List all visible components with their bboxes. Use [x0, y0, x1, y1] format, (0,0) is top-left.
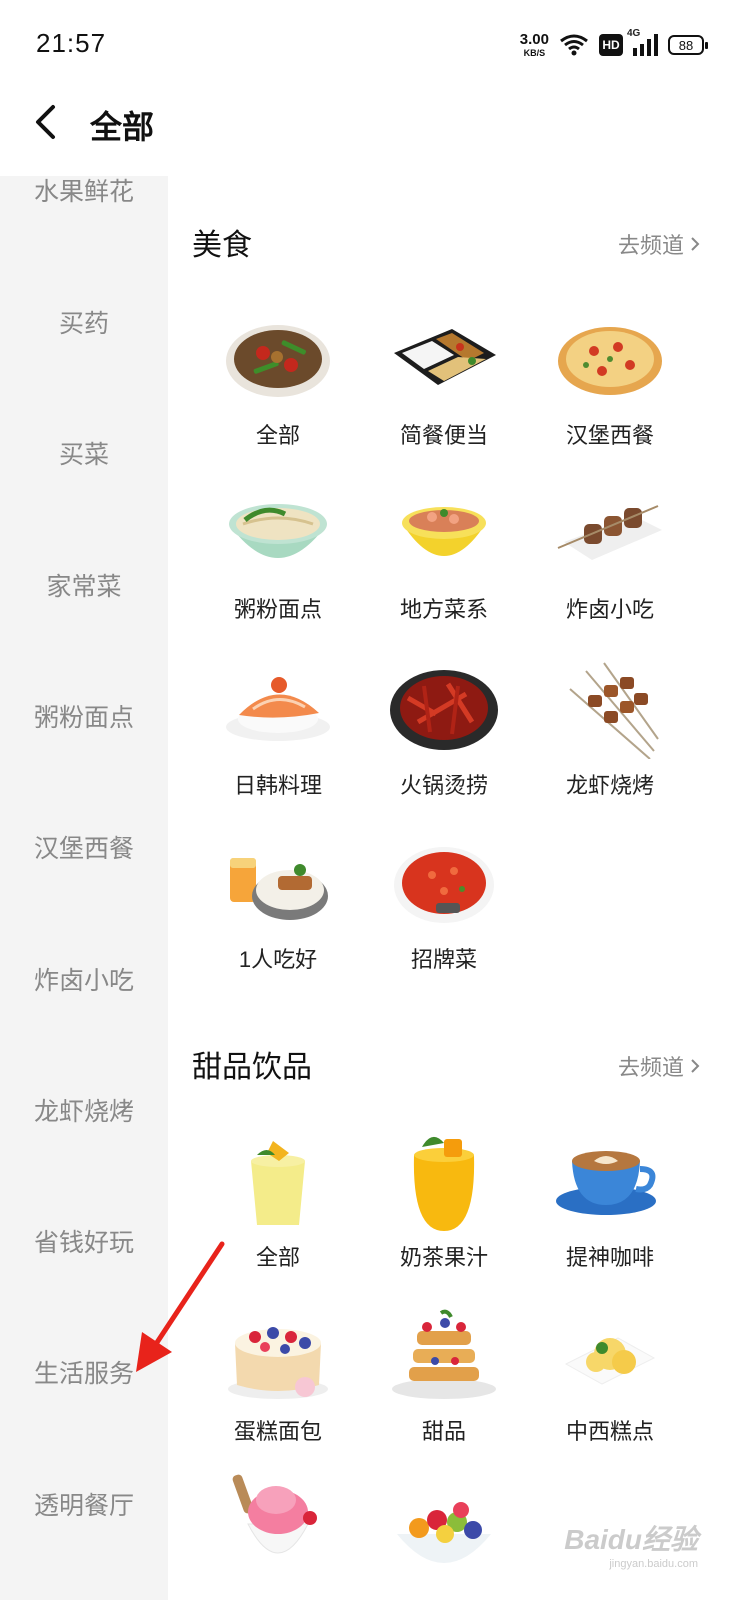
network-speed-value: 3.00	[519, 31, 549, 48]
chevron-right-icon	[691, 1059, 700, 1073]
category-label: 粥粉面点	[233, 597, 322, 622]
category-item[interactable]: 粥粉面点	[195, 478, 361, 624]
category-item[interactable]: 汉堡西餐	[527, 304, 693, 450]
signal-icon: 4G	[627, 28, 658, 56]
desserts-channel-link[interactable]: 去频道	[618, 1050, 700, 1082]
annotation-arrow-icon	[136, 1241, 225, 1372]
network-speed: 3.00 KB/S	[520, 32, 549, 58]
sushi-icon	[226, 677, 330, 741]
food-channel-link-label: 去频道	[617, 233, 684, 258]
category-label: 奶茶果汁	[399, 1245, 488, 1270]
berry-cake-icon	[228, 1327, 328, 1399]
sidebar-item-home-cooking[interactable]: 家常菜	[0, 567, 168, 603]
wifi-icon	[560, 34, 588, 56]
watermark: Baidu经验 jingyan.baidu.com	[564, 1518, 698, 1570]
section-title-desserts-drinks: 甜品饮品	[192, 1051, 312, 1084]
category-label: 简餐便当	[399, 423, 488, 448]
category-label: 日韩料理	[233, 773, 322, 798]
category-item[interactable]: 全部	[195, 304, 361, 450]
header: 全部	[0, 90, 738, 176]
chevron-left-icon	[36, 105, 55, 139]
category-item[interactable]: 甜品	[361, 1300, 527, 1446]
stir-fry-plate-icon	[226, 325, 330, 397]
waffle-stack-icon	[392, 1309, 496, 1399]
chevron-right-icon	[691, 237, 700, 251]
category-label: 火锅烫捞	[399, 773, 488, 798]
fruit-bowl-icon	[397, 1502, 491, 1563]
category-label: 全部	[255, 1245, 300, 1270]
network-speed-unit: KB/S	[523, 48, 546, 58]
category-item[interactable]: 日韩料理	[195, 654, 361, 800]
category-label: 全部	[255, 423, 300, 448]
category-item[interactable]	[361, 1472, 527, 1586]
category-item[interactable]: 简餐便当	[361, 304, 527, 450]
back-button[interactable]	[26, 102, 66, 142]
sidebar-item-groceries[interactable]: 买菜	[0, 435, 168, 471]
category-label: 地方菜系	[399, 597, 488, 622]
status-bar: 21:57 3.00 KB/S HD 4G 88	[0, 0, 738, 90]
category-item[interactable]: 提神咖啡	[527, 1126, 693, 1272]
page-title: 全部	[90, 109, 155, 145]
mango-juice-icon	[413, 1136, 475, 1231]
category-label: 蛋糕面包	[233, 1419, 322, 1444]
sidebar-item-noodles[interactable]: 粥粉面点	[0, 698, 168, 734]
category-label: 甜品	[421, 1419, 466, 1444]
category-label: 提神咖啡	[565, 1245, 654, 1270]
skewer-plate-icon	[557, 505, 662, 560]
ice-cream-icon	[232, 1474, 317, 1554]
desserts-channel-link-label: 去频道	[617, 1055, 684, 1080]
regional-dish-bowl-icon	[402, 507, 486, 556]
category-content[interactable]: 美食 去频道 全部 简餐便当 汉堡西餐 粥粉面点 地方菜系 炸卤小吃 日韩料理 …	[168, 176, 738, 1600]
single-meal-icon	[230, 858, 328, 920]
sidebar-item-snacks[interactable]: 炸卤小吃	[0, 961, 168, 997]
noodle-bowl-icon	[229, 504, 327, 558]
network-type: 4G	[627, 28, 641, 39]
category-label: 炸卤小吃	[565, 597, 654, 622]
coffee-cup-icon	[556, 1151, 656, 1215]
hotpot-icon	[390, 670, 498, 750]
category-item[interactable]: 龙虾烧烤	[527, 654, 693, 800]
bbq-skewers-icon	[569, 662, 659, 759]
watermark-sub: jingyan.baidu.com	[609, 1558, 698, 1570]
category-item[interactable]: 招牌菜	[361, 828, 527, 974]
category-item[interactable]: 火锅烫捞	[361, 654, 527, 800]
sidebar-item-crayfish-bbq[interactable]: 龙虾烧烤	[0, 1092, 168, 1128]
sidebar-item-western[interactable]: 汉堡西餐	[0, 829, 168, 865]
section-title-food: 美食	[192, 229, 252, 262]
pizza-icon	[558, 327, 662, 395]
category-item[interactable]: 1人吃好	[195, 828, 361, 974]
juice-glass-icon	[251, 1141, 305, 1225]
status-icons: 3.00 KB/S HD 4G 88	[520, 28, 708, 62]
sidebar-item-medicine[interactable]: 买药	[0, 304, 168, 340]
category-label: 招牌菜	[410, 947, 477, 972]
category-label: 中西糕点	[565, 1419, 654, 1444]
sidebar-item-fruit-flowers[interactable]: 水果鲜花	[0, 176, 168, 208]
category-item[interactable]: 中西糕点	[527, 1300, 693, 1446]
hd-icon: HD	[599, 34, 623, 56]
category-label: 龙虾烧烤	[565, 773, 654, 798]
category-item[interactable]	[195, 1472, 361, 1586]
food-channel-link[interactable]: 去频道	[618, 228, 700, 260]
watermark-text: Baidu经验	[564, 1524, 698, 1555]
category-item[interactable]: 地方菜系	[361, 478, 527, 624]
signature-dish-icon	[394, 847, 494, 923]
status-time: 21:57	[36, 28, 107, 58]
category-label: 1人吃好	[238, 947, 318, 972]
category-label: 汉堡西餐	[565, 423, 654, 448]
pastry-icon	[564, 1337, 656, 1385]
battery-icon: 88	[668, 35, 708, 55]
sidebar-item-transparent-kitchen[interactable]: 透明餐厅	[0, 1486, 168, 1522]
category-item[interactable]: 炸卤小吃	[527, 478, 693, 624]
category-item[interactable]: 奶茶果汁	[361, 1126, 527, 1272]
bento-box-icon	[394, 329, 496, 385]
category-sidebar[interactable]: 水果鲜花 买药 买菜 家常菜 粥粉面点 汉堡西餐 炸卤小吃 龙虾烧烤 省钱好玩 …	[0, 176, 168, 1600]
